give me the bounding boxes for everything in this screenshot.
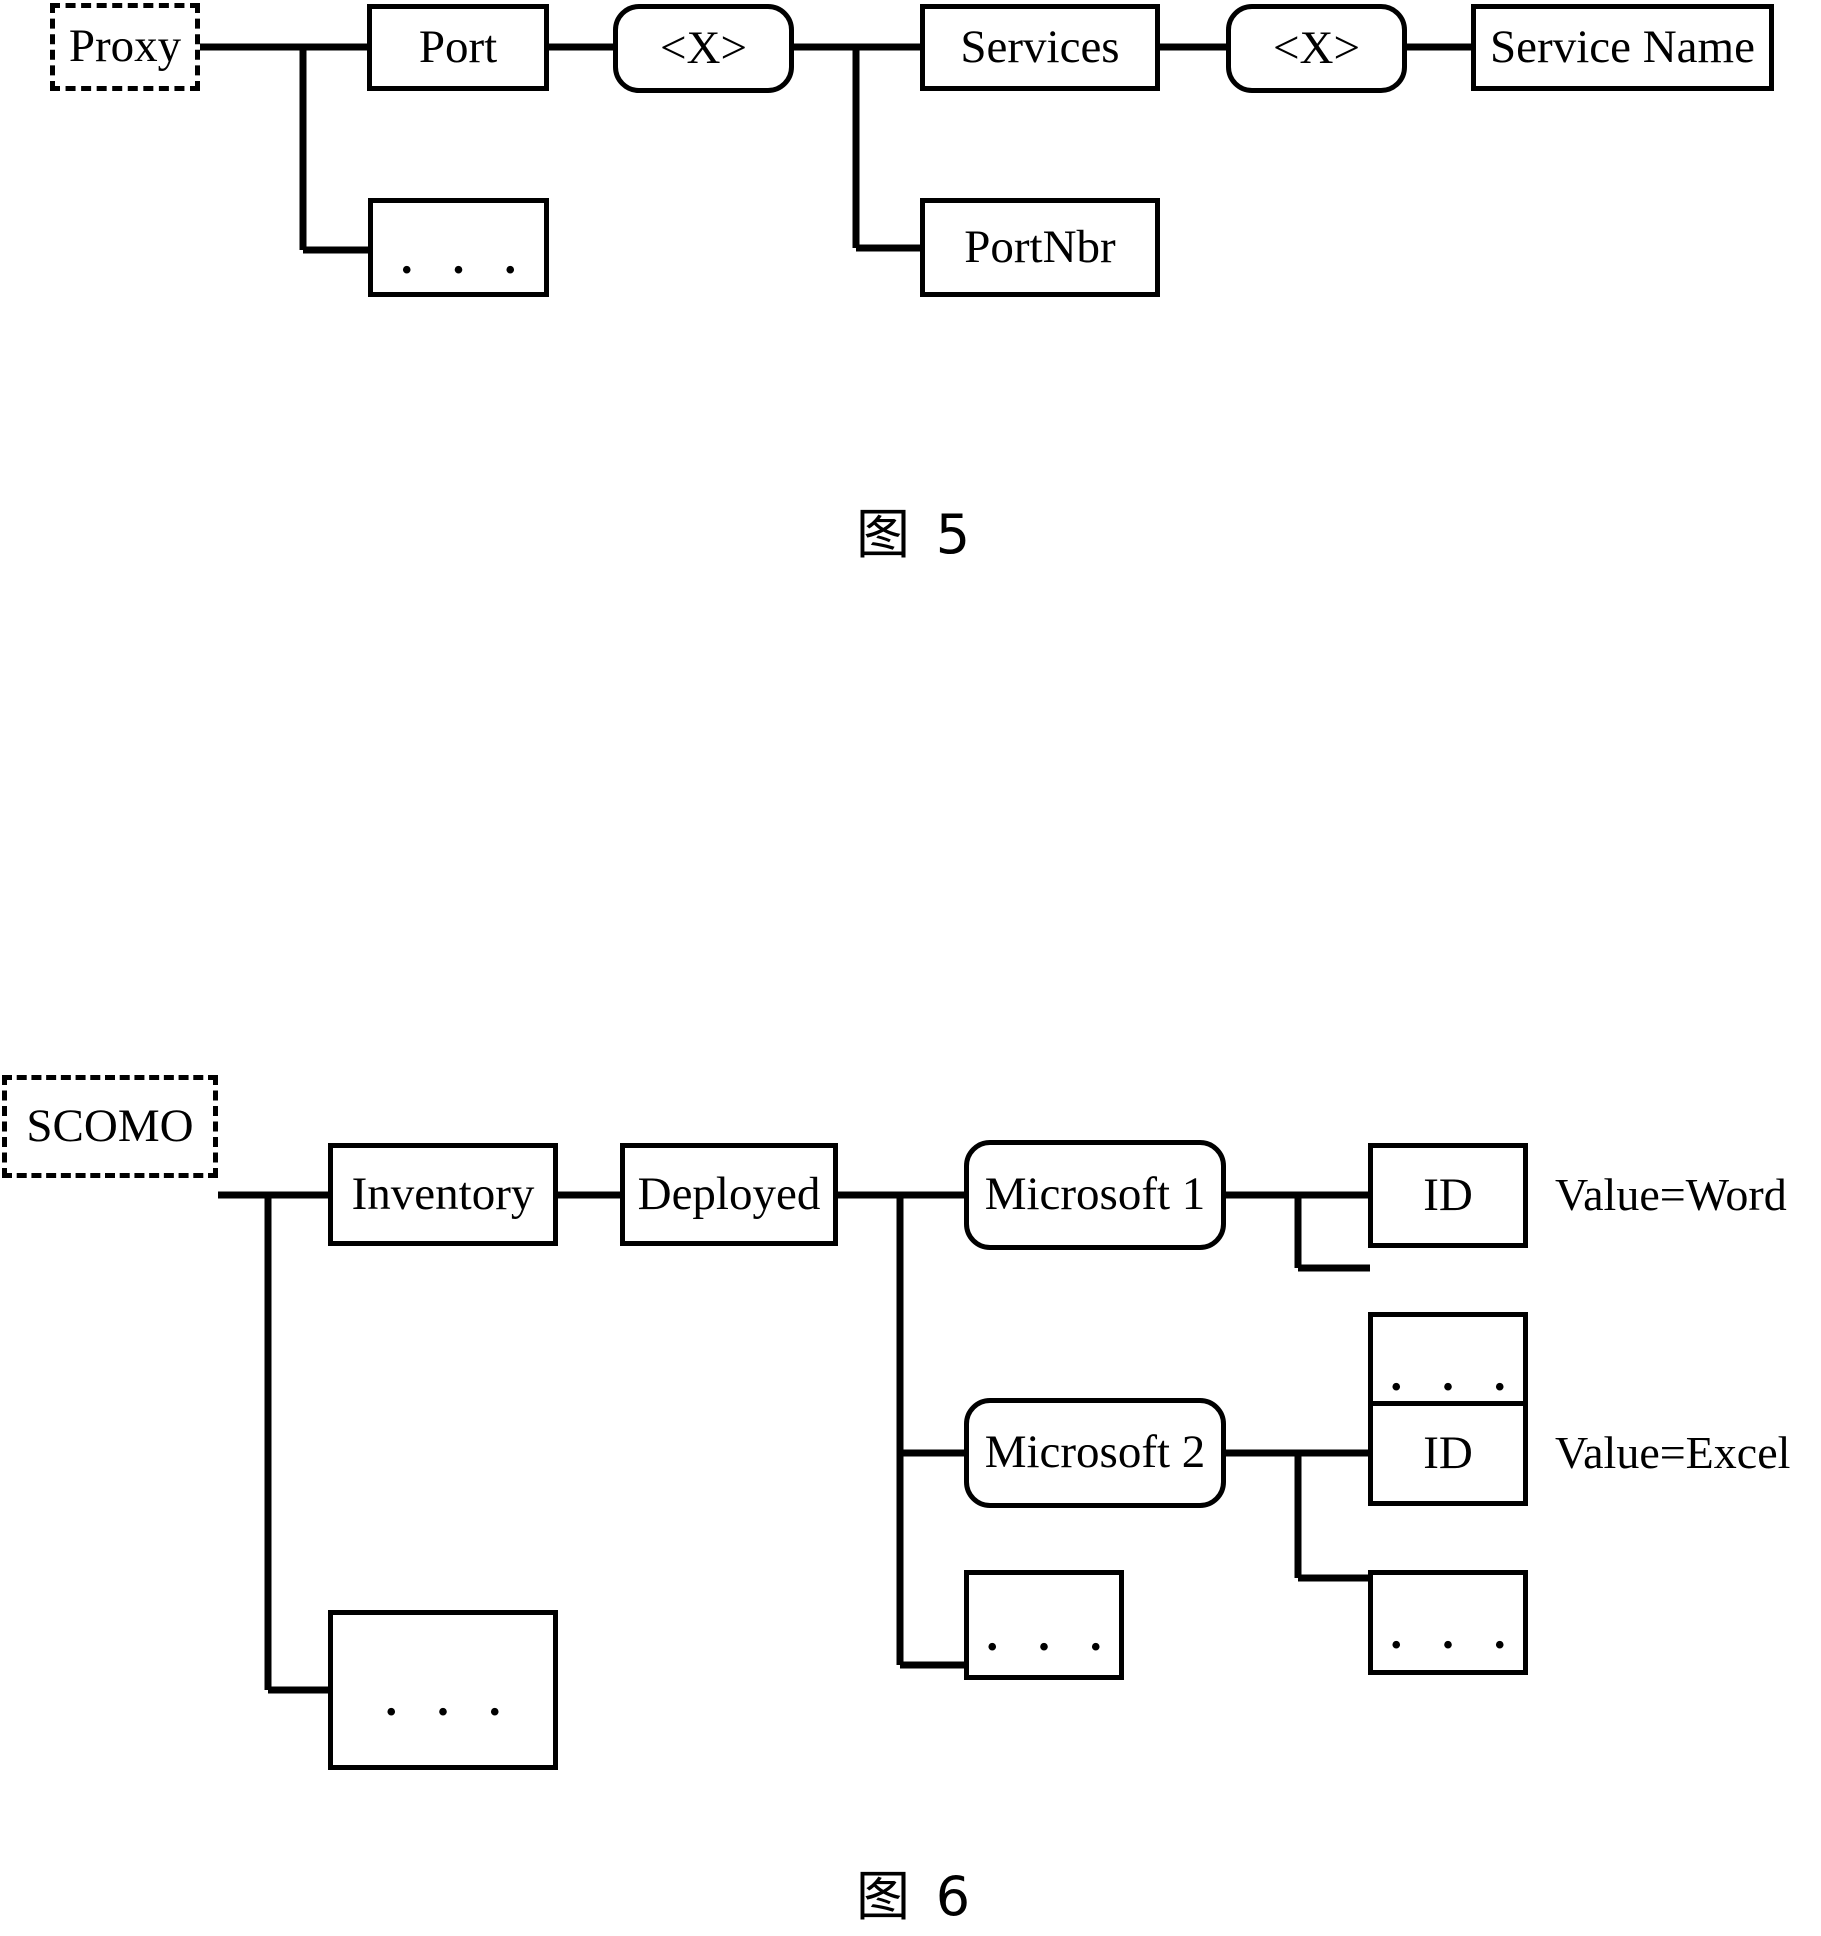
node-service-name-label: Service Name [1490,20,1755,73]
node-port-ellipsis-label: . . . [400,231,531,284]
annotation-value-excel: Value=Excel [1555,1427,1791,1478]
node-scomo: SCOMO [2,1075,218,1178]
figure-6-connectors [218,1191,1370,1694]
node-id-1-label: ID [1423,1168,1473,1221]
node-scomo-label: SCOMO [26,1099,194,1152]
node-microsoft-2-label: Microsoft 2 [984,1426,1206,1479]
node-id-2-ellipsis-label: . . . [1390,1606,1520,1659]
node-service-name: Service Name [1471,4,1774,91]
node-microsoft-1-label: Microsoft 1 [984,1168,1206,1221]
figure-5-caption: 图 5 [856,503,975,566]
node-deployed-ellipsis-label: . . . [986,1609,1116,1661]
node-proxy: Proxy [50,3,200,91]
node-id-2: ID [1368,1401,1528,1506]
node-id-2-label: ID [1423,1426,1473,1479]
figure-5-connectors [200,43,1473,254]
node-scomo-ellipsis-label: . . . [385,1674,515,1726]
node-portnbr: PortNbr [920,198,1160,297]
node-port: Port [367,4,549,91]
node-port-ellipsis: . . . [368,198,549,297]
node-deployed-label: Deployed [637,1167,821,1220]
node-services-label: Services [960,20,1120,73]
node-id-2-ellipsis: . . . [1368,1570,1528,1675]
node-services: Services [920,4,1160,91]
annotation-value-word: Value=Word [1555,1169,1787,1220]
node-inventory: Inventory [328,1143,558,1246]
node-portnbr-label: PortNbr [964,220,1116,273]
node-microsoft-1: Microsoft 1 [964,1140,1226,1250]
node-deployed-ellipsis: . . . [964,1570,1124,1680]
node-microsoft-2: Microsoft 2 [964,1398,1226,1508]
node-port-label: Port [418,20,498,73]
node-port-wildcard-label: <X> [660,21,747,74]
node-deployed: Deployed [620,1143,838,1246]
node-scomo-ellipsis: . . . [328,1610,558,1770]
patent-figure-sheet: Proxy Port <X> . . . Services PortNbr <X… [0,0,1821,1936]
node-id-1-ellipsis-label: . . . [1390,1348,1520,1401]
figure-6-caption: 图 6 [856,1865,975,1928]
node-services-wildcard: <X> [1226,4,1407,93]
node-port-wildcard: <X> [613,4,794,93]
node-id-1: ID [1368,1143,1528,1248]
node-services-wildcard-label: <X> [1273,21,1360,74]
node-inventory-label: Inventory [351,1167,535,1220]
node-proxy-label: Proxy [68,20,182,73]
